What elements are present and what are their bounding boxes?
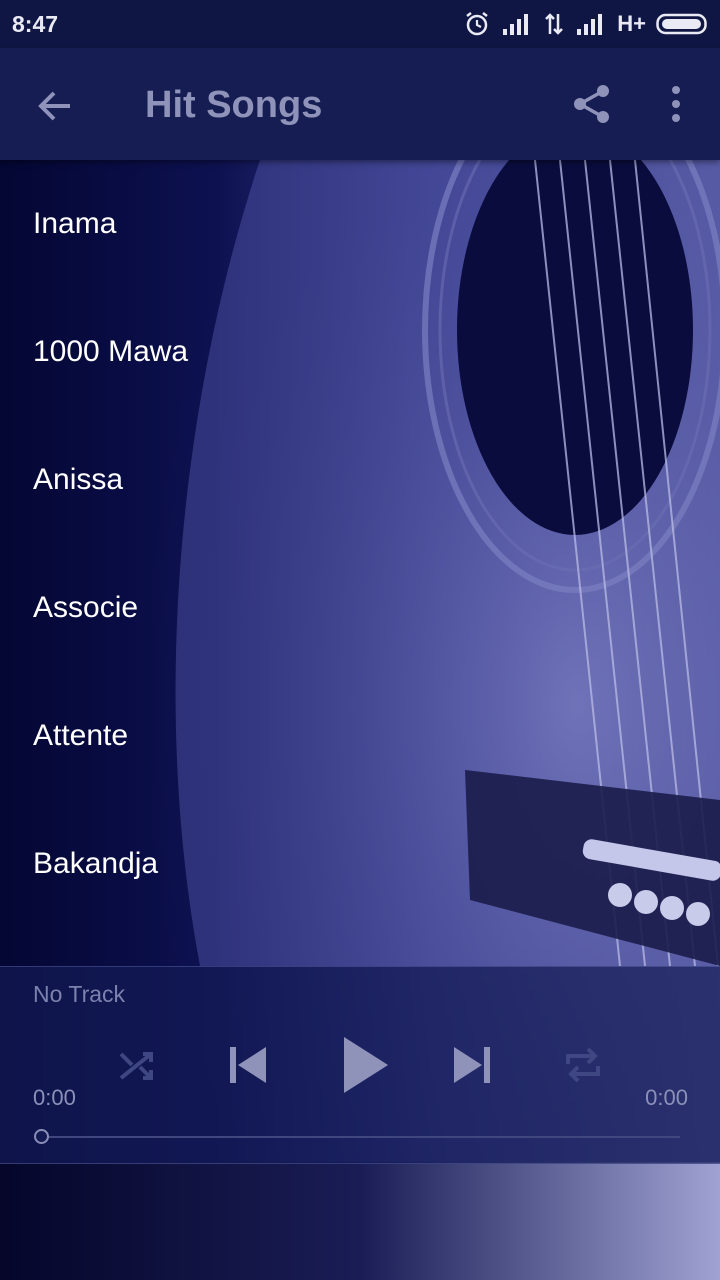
current-time: 0:00 <box>33 1085 76 1110</box>
song-item[interactable]: Associe <box>0 544 720 672</box>
shuffle-icon <box>119 1052 153 1080</box>
more-vert-icon <box>672 86 680 122</box>
battery-icon <box>656 13 707 35</box>
song-item[interactable]: Bakandja <box>0 800 720 928</box>
song-item[interactable]: Inama <box>0 160 720 288</box>
page-title: Hit Songs <box>145 84 323 126</box>
more-options-button[interactable] <box>664 84 688 124</box>
app-bar: Hit Songs <box>0 48 720 160</box>
repeat-button[interactable] <box>562 1044 604 1086</box>
seek-thumb[interactable] <box>34 1129 49 1144</box>
song-list: Inama 1000 Mawa Anissa Associe Attente B… <box>0 160 720 966</box>
next-button[interactable] <box>450 1043 494 1087</box>
shuffle-button[interactable] <box>116 1045 158 1087</box>
skip-next-icon <box>454 1047 490 1083</box>
current-track-name: No Track <box>33 981 126 1007</box>
share-icon <box>574 85 609 123</box>
data-transfer-icon <box>545 13 564 35</box>
network-type: H+ <box>617 11 646 36</box>
arrow-back-icon <box>38 91 70 121</box>
share-button[interactable] <box>570 82 614 126</box>
player-panel: No Track 0:00 0:00 <box>0 966 720 1164</box>
seek-bar[interactable] <box>34 1129 680 1145</box>
alarm-icon <box>466 12 488 36</box>
song-item[interactable]: 1000 Mawa <box>0 288 720 416</box>
skip-previous-icon <box>230 1047 266 1083</box>
repeat-icon <box>566 1047 600 1083</box>
status-bar: 8:47 H+ <box>0 0 720 48</box>
previous-button[interactable] <box>226 1043 270 1087</box>
play-icon <box>344 1037 388 1093</box>
total-time: 0:00 <box>645 1085 688 1110</box>
song-item[interactable]: Attente <box>0 672 720 800</box>
status-icons: H+ <box>463 8 710 40</box>
status-time: 8:47 <box>12 11 59 37</box>
song-item[interactable]: Anissa <box>0 416 720 544</box>
back-button[interactable] <box>34 84 78 128</box>
play-button[interactable] <box>340 1035 390 1095</box>
signal-icon <box>503 14 529 35</box>
signal-icon-2 <box>577 14 603 35</box>
seek-track <box>42 1136 680 1138</box>
